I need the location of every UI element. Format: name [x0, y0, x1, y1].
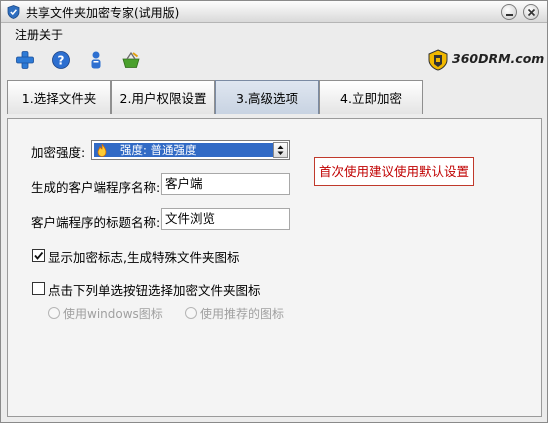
- tab-user-permissions[interactable]: 2.用户权限设置: [111, 80, 215, 114]
- window-title: 共享文件夹加密专家(试用版): [26, 6, 180, 20]
- menu-bar: 注册 关于: [1, 23, 547, 43]
- brand-text: 360DRM.com: [452, 51, 545, 66]
- user-icon[interactable]: [86, 50, 106, 70]
- client-title-input[interactable]: 文件浏览: [161, 208, 290, 230]
- radio-windows-label[interactable]: 使用windows图标: [63, 305, 163, 322]
- spin-arrows[interactable]: [273, 142, 288, 158]
- add-icon[interactable]: [15, 50, 35, 70]
- help-icon[interactable]: ?: [51, 50, 71, 70]
- title-bar: 共享文件夹加密专家(试用版): [1, 1, 547, 23]
- choose-icon-checkbox[interactable]: [32, 282, 45, 295]
- main-window: 共享文件夹加密专家(试用版) 注册 关于 ? 360DRM.com 1.选择文件…: [0, 0, 548, 423]
- up-down-arrows-icon: [277, 145, 284, 155]
- strength-selected: 强度: 普通强度: [94, 143, 274, 157]
- tab-select-folder[interactable]: 1.选择文件夹: [7, 80, 111, 114]
- svg-text:?: ?: [58, 54, 65, 68]
- strength-value: 强度: 普通强度: [120, 143, 197, 157]
- shield-icon: [7, 5, 20, 19]
- client-title-label: 客户端程序的标题名称:: [31, 215, 161, 230]
- brand-logo: 360DRM.com: [428, 48, 544, 72]
- basket-icon[interactable]: [121, 50, 141, 70]
- choose-icon-label[interactable]: 点击下列单选按钮选择加密文件夹图标: [48, 280, 261, 299]
- radio-recommended-icon[interactable]: [185, 307, 197, 319]
- toolbar: ? 360DRM.com: [1, 43, 547, 79]
- minimize-icon: [506, 14, 513, 16]
- menu-register[interactable]: 注册: [15, 26, 39, 43]
- show-mark-label[interactable]: 显示加密标志,生成特殊文件夹图标: [48, 247, 239, 266]
- tab-advanced-options[interactable]: 3.高级选项: [215, 80, 319, 114]
- radio-windows-icon[interactable]: [48, 307, 60, 319]
- tab-encrypt-now[interactable]: 4.立即加密: [319, 80, 423, 114]
- flame-icon: [97, 143, 107, 157]
- client-name-input[interactable]: 客户端: [161, 173, 290, 195]
- checkmark-icon: [34, 251, 44, 260]
- radio-recommended-label[interactable]: 使用推荐的图标: [200, 305, 284, 322]
- menu-about[interactable]: 关于: [39, 26, 63, 43]
- close-button[interactable]: [523, 4, 539, 20]
- show-mark-checkbox[interactable]: [32, 249, 45, 262]
- close-icon: [527, 8, 536, 17]
- strength-label: 加密强度:: [31, 145, 86, 160]
- client-name-label: 生成的客户端程序名称:: [31, 180, 161, 195]
- strength-select[interactable]: 强度: 普通强度: [91, 140, 290, 160]
- minimize-button[interactable]: [501, 4, 517, 20]
- advanced-options-panel: 加密强度: 强度: 普通强度 首次使用建议使用默认设置 生成的客户端程序名称: …: [7, 118, 542, 417]
- brand-icon: [428, 49, 448, 71]
- default-settings-hint: 首次使用建议使用默认设置: [314, 157, 474, 186]
